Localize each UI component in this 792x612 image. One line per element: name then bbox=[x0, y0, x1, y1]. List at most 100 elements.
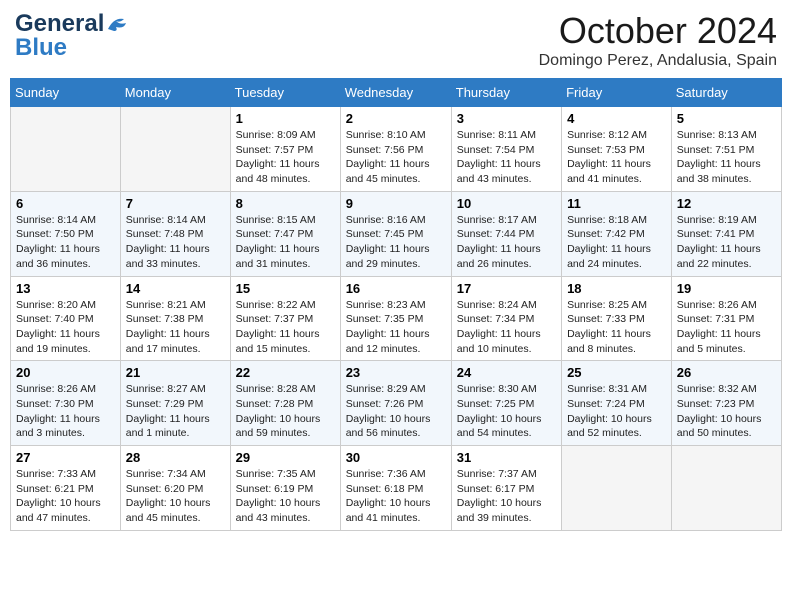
table-row: 10Sunrise: 8:17 AM Sunset: 7:44 PM Dayli… bbox=[451, 191, 561, 276]
col-sunday: Sunday bbox=[11, 79, 121, 107]
day-number: 31 bbox=[457, 450, 556, 465]
day-info: Sunrise: 8:21 AM Sunset: 7:38 PM Dayligh… bbox=[126, 298, 225, 357]
day-number: 5 bbox=[677, 111, 776, 126]
logo-blue: Blue bbox=[15, 34, 67, 62]
day-info: Sunrise: 8:20 AM Sunset: 7:40 PM Dayligh… bbox=[16, 298, 115, 357]
table-row: 5 Sunrise: 8:13 AM Sunset: 7:51 PM Daylig… bbox=[671, 107, 781, 192]
day-info: Sunrise: 8:29 AM Sunset: 7:26 PM Dayligh… bbox=[346, 382, 446, 441]
day-info: Sunrise: 8:14 AM Sunset: 7:50 PM Dayligh… bbox=[16, 213, 115, 272]
day-number: 13 bbox=[16, 281, 115, 296]
col-wednesday: Wednesday bbox=[340, 79, 451, 107]
col-saturday: Saturday bbox=[671, 79, 781, 107]
table-row: 25 Sunrise: 8:31 AM Sunset: 7:24 PM Dayli… bbox=[562, 361, 672, 446]
day-info: Sunrise: 8:32 AM Sunset: 7:23 PM Dayligh… bbox=[677, 382, 776, 441]
day-number: 14 bbox=[126, 281, 225, 296]
table-row: 1Sunrise: 8:09 AM Sunset: 7:57 PM Daylig… bbox=[230, 107, 340, 192]
table-row: 2 Sunrise: 8:10 AM Sunset: 7:56 PM Daylig… bbox=[340, 107, 451, 192]
day-number: 26 bbox=[677, 365, 776, 380]
day-info: Sunrise: 8:25 AM Sunset: 7:33 PM Dayligh… bbox=[567, 298, 666, 357]
table-row: 15 Sunrise: 8:22 AM Sunset: 7:37 PM Dayli… bbox=[230, 276, 340, 361]
day-info: Sunrise: 8:22 AM Sunset: 7:37 PM Dayligh… bbox=[236, 298, 335, 357]
day-number: 17 bbox=[457, 281, 556, 296]
day-number: 18 bbox=[567, 281, 666, 296]
day-info: Sunrise: 8:28 AM Sunset: 7:28 PM Dayligh… bbox=[236, 382, 335, 441]
day-info: Sunrise: 8:17 AM Sunset: 7:44 PM Dayligh… bbox=[457, 213, 556, 272]
table-row: 14 Sunrise: 8:21 AM Sunset: 7:38 PM Dayli… bbox=[120, 276, 230, 361]
table-row: 27Sunrise: 7:33 AM Sunset: 6:21 PM Dayli… bbox=[11, 446, 121, 531]
day-number: 23 bbox=[346, 365, 446, 380]
day-info: Sunrise: 8:18 AM Sunset: 7:42 PM Dayligh… bbox=[567, 213, 666, 272]
table-row: 20 Sunrise: 8:26 AM Sunset: 7:30 PM Dayli… bbox=[11, 361, 121, 446]
day-info: Sunrise: 8:13 AM Sunset: 7:51 PM Dayligh… bbox=[677, 128, 776, 187]
day-info: Sunrise: 7:36 AM Sunset: 6:18 PM Dayligh… bbox=[346, 467, 446, 526]
table-row: 24 Sunrise: 8:30 AM Sunset: 7:25 PM Dayli… bbox=[451, 361, 561, 446]
day-number: 15 bbox=[236, 281, 335, 296]
day-number: 7 bbox=[126, 196, 225, 211]
table-row: 11 Sunrise: 8:18 AM Sunset: 7:42 PM Dayli… bbox=[562, 191, 672, 276]
day-number: 1 bbox=[236, 111, 335, 126]
month-title: October 2024 bbox=[539, 10, 777, 52]
day-info: Sunrise: 8:16 AM Sunset: 7:45 PM Dayligh… bbox=[346, 213, 446, 272]
table-row: 12 Sunrise: 8:19 AM Sunset: 7:41 PM Dayli… bbox=[671, 191, 781, 276]
day-number: 20 bbox=[16, 365, 115, 380]
table-row bbox=[120, 107, 230, 192]
day-number: 8 bbox=[236, 196, 335, 211]
day-number: 28 bbox=[126, 450, 225, 465]
day-number: 21 bbox=[126, 365, 225, 380]
day-number: 4 bbox=[567, 111, 666, 126]
table-row: 17 Sunrise: 8:24 AM Sunset: 7:34 PM Dayli… bbox=[451, 276, 561, 361]
day-info: Sunrise: 8:11 AM Sunset: 7:54 PM Dayligh… bbox=[457, 128, 556, 187]
calendar-header-row: Sunday Monday Tuesday Wednesday Thursday… bbox=[11, 79, 782, 107]
table-row: 29Sunrise: 7:35 AM Sunset: 6:19 PM Dayli… bbox=[230, 446, 340, 531]
day-number: 11 bbox=[567, 196, 666, 211]
table-row bbox=[11, 107, 121, 192]
day-info: Sunrise: 8:15 AM Sunset: 7:47 PM Dayligh… bbox=[236, 213, 335, 272]
calendar-table: Sunday Monday Tuesday Wednesday Thursday… bbox=[10, 78, 782, 531]
table-row: 31 Sunrise: 7:37 AM Sunset: 6:17 PM Dayli… bbox=[451, 446, 561, 531]
table-row: 22 Sunrise: 8:28 AM Sunset: 7:28 PM Dayli… bbox=[230, 361, 340, 446]
table-row: 18 Sunrise: 8:25 AM Sunset: 7:33 PM Dayli… bbox=[562, 276, 672, 361]
table-row: 6 Sunrise: 8:14 AM Sunset: 7:50 PM Daylig… bbox=[11, 191, 121, 276]
day-number: 22 bbox=[236, 365, 335, 380]
day-number: 12 bbox=[677, 196, 776, 211]
day-info: Sunrise: 8:10 AM Sunset: 7:56 PM Dayligh… bbox=[346, 128, 446, 187]
table-row: 4Sunrise: 8:12 AM Sunset: 7:53 PM Daylig… bbox=[562, 107, 672, 192]
day-number: 2 bbox=[346, 111, 446, 126]
day-info: Sunrise: 8:26 AM Sunset: 7:31 PM Dayligh… bbox=[677, 298, 776, 357]
day-info: Sunrise: 8:31 AM Sunset: 7:24 PM Dayligh… bbox=[567, 382, 666, 441]
day-info: Sunrise: 8:24 AM Sunset: 7:34 PM Dayligh… bbox=[457, 298, 556, 357]
table-row bbox=[562, 446, 672, 531]
col-friday: Friday bbox=[562, 79, 672, 107]
calendar-week-row: 20 Sunrise: 8:26 AM Sunset: 7:30 PM Dayli… bbox=[11, 361, 782, 446]
day-info: Sunrise: 8:30 AM Sunset: 7:25 PM Dayligh… bbox=[457, 382, 556, 441]
col-monday: Monday bbox=[120, 79, 230, 107]
day-number: 24 bbox=[457, 365, 556, 380]
table-row: 21 Sunrise: 8:27 AM Sunset: 7:29 PM Dayli… bbox=[120, 361, 230, 446]
table-row: 9 Sunrise: 8:16 AM Sunset: 7:45 PM Daylig… bbox=[340, 191, 451, 276]
table-row: 7Sunrise: 8:14 AM Sunset: 7:48 PM Daylig… bbox=[120, 191, 230, 276]
logo-bird-icon bbox=[106, 15, 128, 33]
location-subtitle: Domingo Perez, Andalusia, Spain bbox=[539, 52, 777, 70]
day-number: 6 bbox=[16, 196, 115, 211]
table-row bbox=[671, 446, 781, 531]
table-row: 30Sunrise: 7:36 AM Sunset: 6:18 PM Dayli… bbox=[340, 446, 451, 531]
table-row: 28 Sunrise: 7:34 AM Sunset: 6:20 PM Dayli… bbox=[120, 446, 230, 531]
day-info: Sunrise: 8:19 AM Sunset: 7:41 PM Dayligh… bbox=[677, 213, 776, 272]
day-info: Sunrise: 7:33 AM Sunset: 6:21 PM Dayligh… bbox=[16, 467, 115, 526]
day-info: Sunrise: 7:37 AM Sunset: 6:17 PM Dayligh… bbox=[457, 467, 556, 526]
table-row: 16Sunrise: 8:23 AM Sunset: 7:35 PM Dayli… bbox=[340, 276, 451, 361]
calendar-week-row: 27Sunrise: 7:33 AM Sunset: 6:21 PM Dayli… bbox=[11, 446, 782, 531]
day-info: Sunrise: 8:26 AM Sunset: 7:30 PM Dayligh… bbox=[16, 382, 115, 441]
calendar-week-row: 1Sunrise: 8:09 AM Sunset: 7:57 PM Daylig… bbox=[11, 107, 782, 192]
table-row: 3 Sunrise: 8:11 AM Sunset: 7:54 PM Daylig… bbox=[451, 107, 561, 192]
day-number: 16 bbox=[346, 281, 446, 296]
day-number: 29 bbox=[236, 450, 335, 465]
calendar-week-row: 6 Sunrise: 8:14 AM Sunset: 7:50 PM Daylig… bbox=[11, 191, 782, 276]
day-info: Sunrise: 8:27 AM Sunset: 7:29 PM Dayligh… bbox=[126, 382, 225, 441]
calendar-week-row: 13 Sunrise: 8:20 AM Sunset: 7:40 PM Dayli… bbox=[11, 276, 782, 361]
day-number: 3 bbox=[457, 111, 556, 126]
page-header: General Blue October 2024 Domingo Perez,… bbox=[10, 10, 782, 70]
day-info: Sunrise: 7:34 AM Sunset: 6:20 PM Dayligh… bbox=[126, 467, 225, 526]
day-number: 25 bbox=[567, 365, 666, 380]
day-number: 9 bbox=[346, 196, 446, 211]
